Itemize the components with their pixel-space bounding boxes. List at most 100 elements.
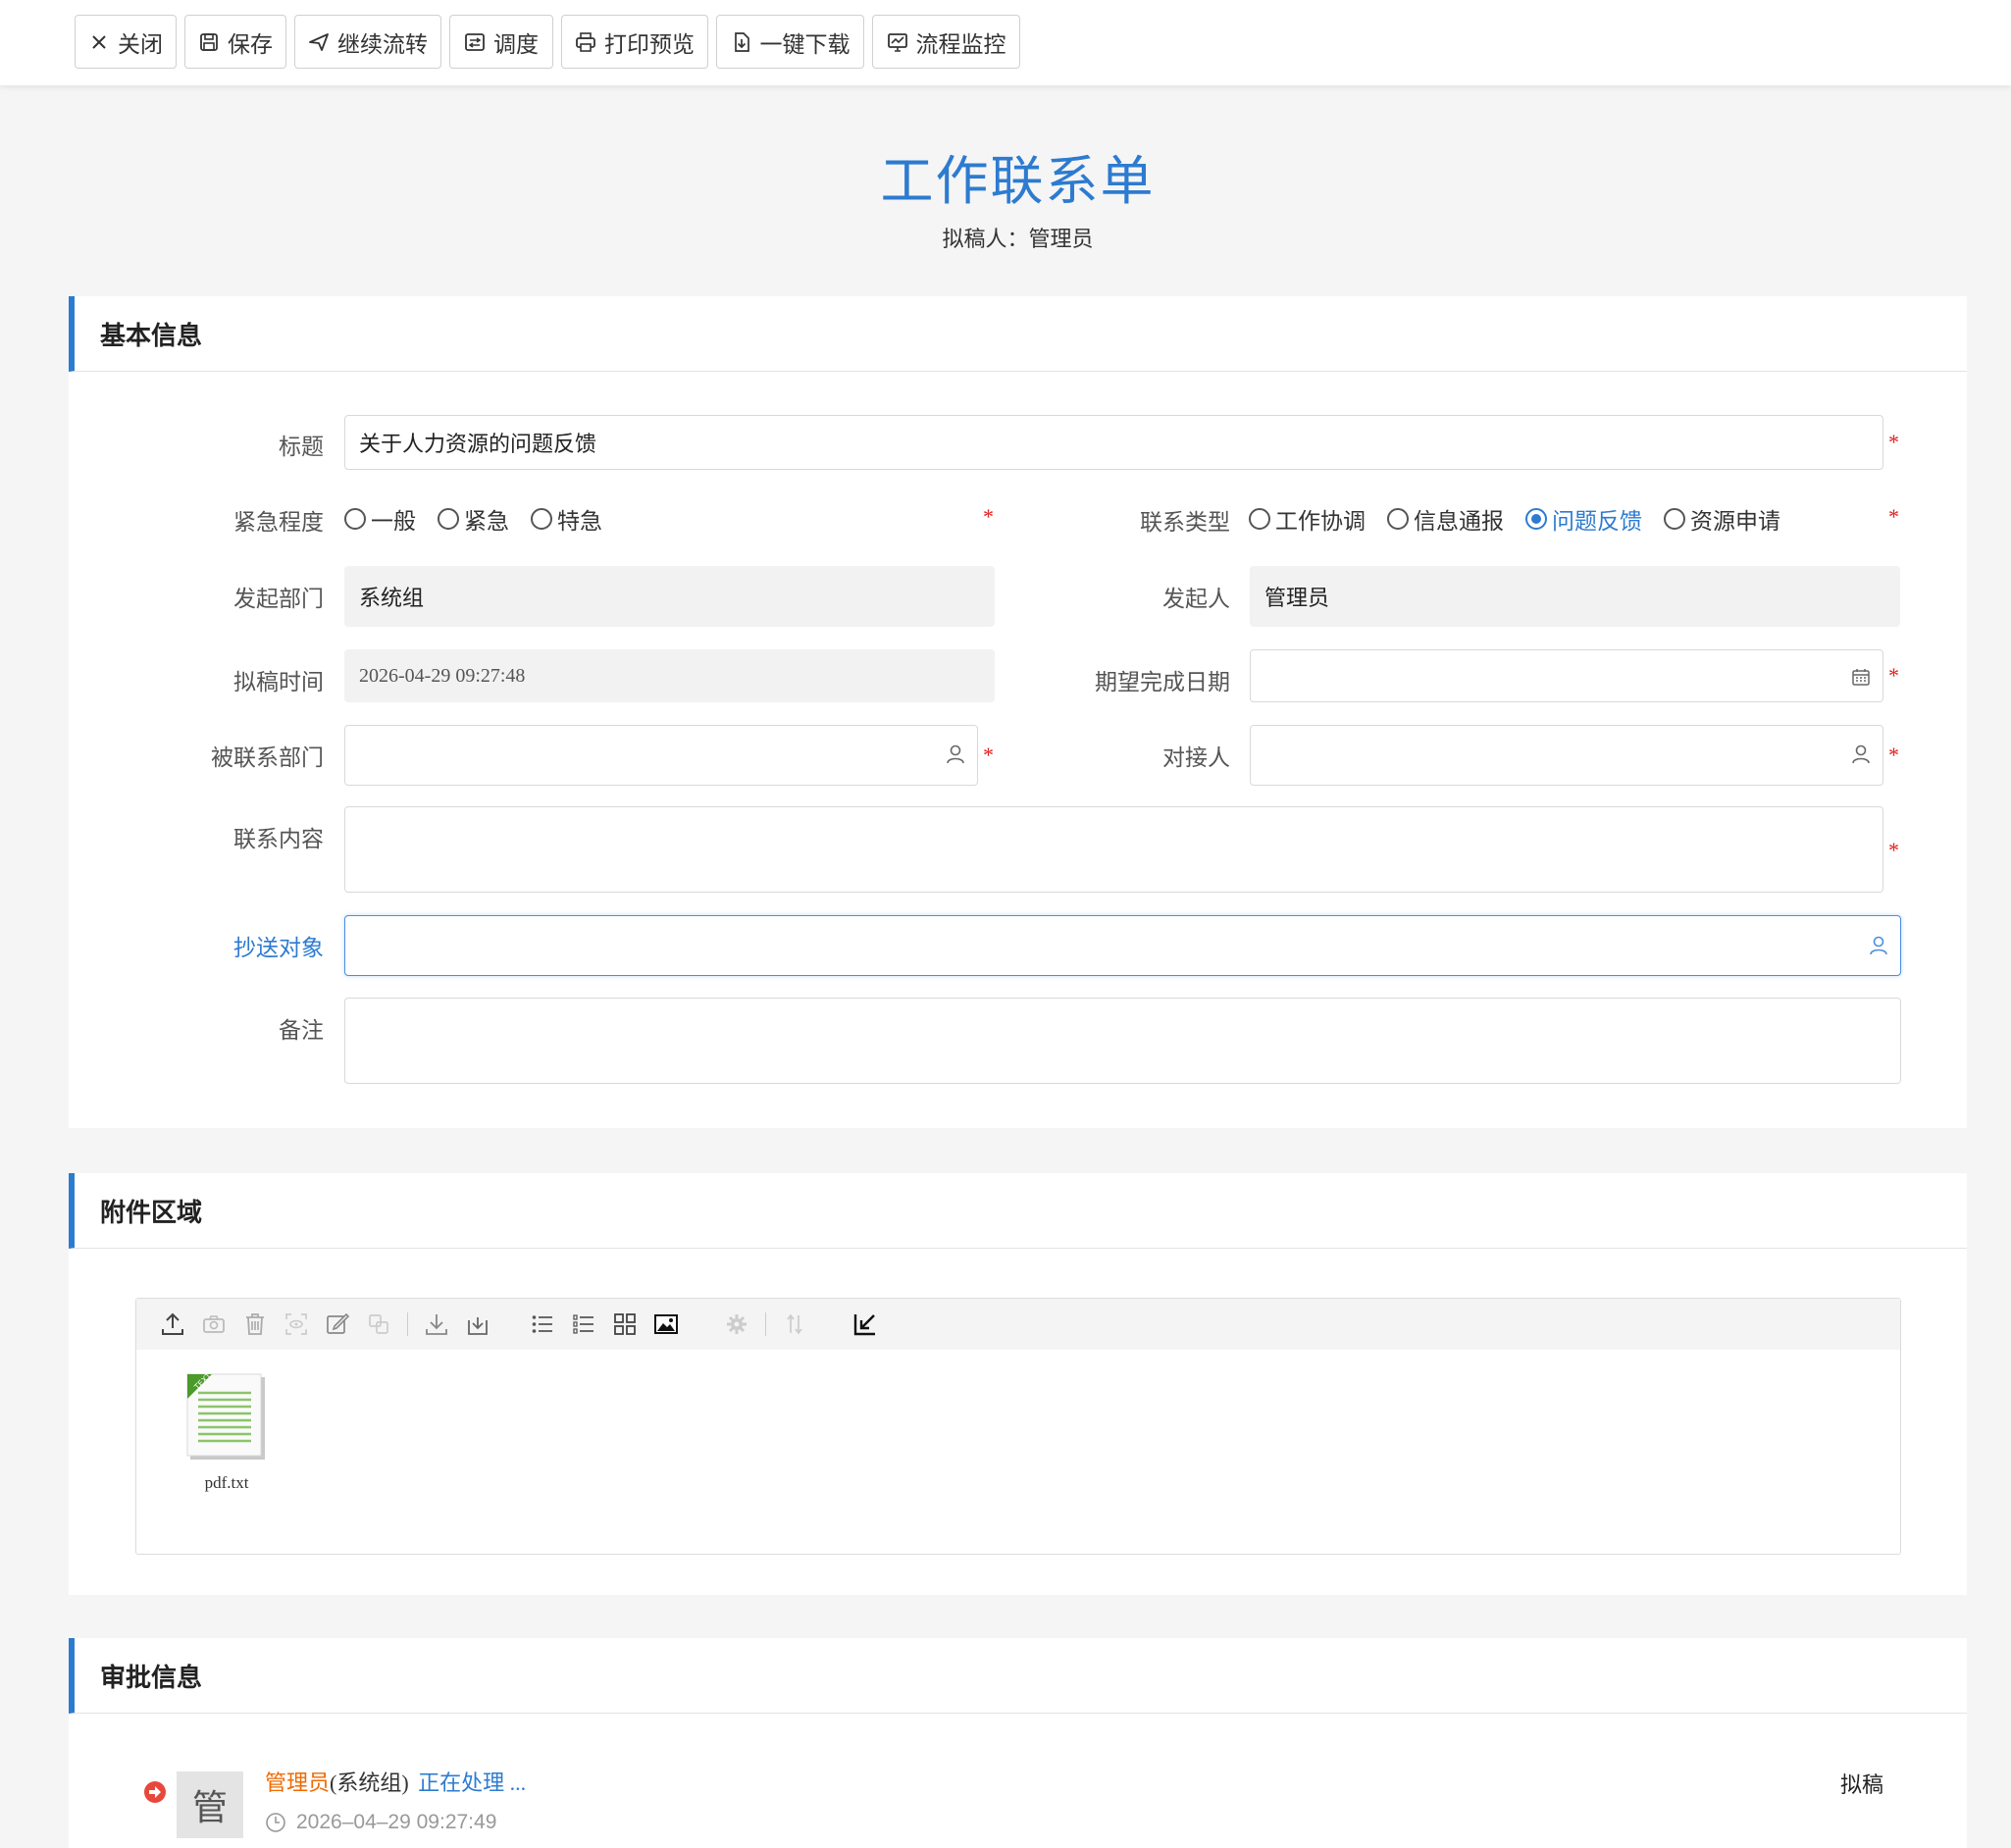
calendar-icon[interactable] <box>1851 667 1871 687</box>
radio-circle <box>1664 508 1685 530</box>
target-department-input[interactable] <box>344 725 978 786</box>
expected-date-label: 期望完成日期 <box>1095 670 1230 694</box>
required-mark: * <box>1888 663 1899 688</box>
urgency-option-urgent[interactable]: 紧急 <box>438 502 509 536</box>
download-all-label: 一键下载 <box>759 31 851 57</box>
copy-icon[interactable] <box>364 1309 393 1339</box>
contact-type-radio-group: 工作协调 信息通报 问题反馈 资源申请 <box>1249 502 1802 536</box>
urgency-option-normal[interactable]: 一般 <box>344 502 416 536</box>
contact-type-option-feedback[interactable]: 问题反馈 <box>1525 502 1642 536</box>
dispatch-icon <box>465 32 485 51</box>
cc-label: 抄送对象 <box>233 936 324 960</box>
contact-person-input[interactable] <box>1250 725 1883 786</box>
attachment-panel: TEXT pdf.txt <box>135 1298 1901 1555</box>
contact-type-label: 联系类型 <box>1140 510 1230 535</box>
user-picker-icon[interactable] <box>945 744 966 765</box>
radio-label: 一般 <box>371 509 416 534</box>
image-view-icon[interactable] <box>651 1309 681 1339</box>
radio-label: 问题反馈 <box>1552 509 1642 534</box>
basic-info-card: 基本信息 标题 关于人力资源的问题反馈 * 紧急程度 一般 紧急 特急 * 联系… <box>69 296 1967 1128</box>
draft-time-label: 拟稿时间 <box>233 670 324 694</box>
detail-list-icon[interactable] <box>569 1309 598 1339</box>
user-picker-icon[interactable] <box>1850 744 1872 765</box>
cc-input[interactable] <box>344 915 1901 976</box>
radio-circle <box>438 508 459 530</box>
approval-heading: 审批信息 <box>69 1638 1967 1714</box>
attachments-heading: 附件区域 <box>69 1173 1967 1249</box>
contact-type-option-coordination[interactable]: 工作协调 <box>1249 502 1366 536</box>
urgency-radio-group: 一般 紧急 特急 <box>344 502 624 536</box>
page-title: 工作联系单 <box>880 152 1156 211</box>
approval-step: 拟稿 <box>1840 1772 1884 1797</box>
radio-label: 工作协调 <box>1275 509 1366 534</box>
file-item[interactable]: TEXT pdf.txt <box>178 1371 276 1493</box>
initiator-field: 管理员 <box>1250 566 1900 627</box>
scan-icon[interactable] <box>199 1309 229 1339</box>
approver-name[interactable]: 管理员 <box>265 1771 330 1795</box>
approver-line: 管理员(系统组) 正在处理 ... <box>265 1766 526 1797</box>
urgency-option-critical[interactable]: 特急 <box>531 502 602 536</box>
toolbar-divider <box>765 1312 766 1336</box>
radio-label: 资源申请 <box>1690 509 1780 534</box>
draft-time-value: 2026-04-29 09:27:48 <box>359 664 526 687</box>
contact-type-option-resource[interactable]: 资源申请 <box>1664 502 1780 536</box>
dispatch-label: 调度 <box>493 31 539 57</box>
department-label: 发起部门 <box>233 587 324 611</box>
flow-monitor-button[interactable]: 流程监控 <box>872 15 1020 69</box>
remark-textarea[interactable] <box>344 998 1901 1084</box>
download-all-button[interactable]: 一键下载 <box>716 15 864 69</box>
approval-card: 审批信息 管 管理员(系统组) 正在处理 ... 2026–04–29 09:2… <box>69 1638 1967 1848</box>
required-mark: * <box>1888 743 1899 767</box>
title-value: 关于人力资源的问题反馈 <box>359 432 597 456</box>
trash-icon[interactable] <box>240 1309 270 1339</box>
monitor-icon <box>887 32 907 52</box>
approval-status: 正在处理 ... <box>418 1771 527 1795</box>
sort-icon[interactable] <box>780 1309 809 1339</box>
print-preview-label: 打印预览 <box>604 31 695 57</box>
draft-time-field: 2026-04-29 09:27:48 <box>344 649 995 702</box>
continue-flow-button[interactable]: 继续流转 <box>294 15 441 69</box>
title-input[interactable]: 关于人力资源的问题反馈 <box>344 415 1883 470</box>
toolbar-divider <box>407 1312 408 1336</box>
urgency-label: 紧急程度 <box>233 510 324 535</box>
preview-icon[interactable] <box>282 1309 311 1339</box>
current-step-arrow-icon <box>144 1781 166 1803</box>
collapse-icon[interactable] <box>851 1309 880 1339</box>
contact-type-option-notification[interactable]: 信息通报 <box>1387 502 1504 536</box>
save-button[interactable]: 保存 <box>184 15 286 69</box>
basic-info-heading: 基本信息 <box>69 296 1967 372</box>
printer-icon <box>576 31 595 52</box>
settings-icon[interactable] <box>722 1309 751 1339</box>
close-button[interactable]: 关闭 <box>75 15 177 69</box>
attachment-toolbar <box>136 1299 1900 1350</box>
download-icon <box>734 31 749 52</box>
approval-time-row: 2026–04–29 09:27:49 <box>265 1811 496 1834</box>
drafter-info: 拟稿人：管理员 <box>942 227 1094 251</box>
list-view-icon[interactable] <box>528 1309 557 1339</box>
download-icon[interactable] <box>422 1309 451 1339</box>
required-mark: * <box>1888 430 1899 454</box>
print-preview-button[interactable]: 打印预览 <box>561 15 708 69</box>
expected-date-input[interactable] <box>1250 649 1883 702</box>
radio-label: 信息通报 <box>1414 509 1504 534</box>
edit-icon[interactable] <box>323 1309 352 1339</box>
radio-label: 紧急 <box>464 509 509 534</box>
dispatch-button[interactable]: 调度 <box>449 15 553 69</box>
radio-circle <box>344 508 366 530</box>
avatar: 管 <box>177 1771 243 1838</box>
send-icon <box>309 32 329 51</box>
batch-download-icon[interactable] <box>463 1309 492 1339</box>
grid-view-icon[interactable] <box>610 1309 640 1339</box>
title-label: 标题 <box>279 435 324 459</box>
radio-circle <box>1249 508 1270 530</box>
approver-dept: (系统组) <box>330 1771 409 1795</box>
save-label: 保存 <box>228 31 273 57</box>
content-label: 联系内容 <box>233 827 324 851</box>
content-textarea[interactable] <box>344 806 1883 893</box>
contact-person-label: 对接人 <box>1162 745 1230 770</box>
attachments-card: 附件区域 TEXT pdf.txt <box>69 1173 1967 1595</box>
upload-icon[interactable] <box>158 1309 187 1339</box>
user-picker-icon[interactable] <box>1868 935 1889 956</box>
toolbar-spacer <box>506 1312 514 1336</box>
clock-icon <box>266 1813 285 1832</box>
